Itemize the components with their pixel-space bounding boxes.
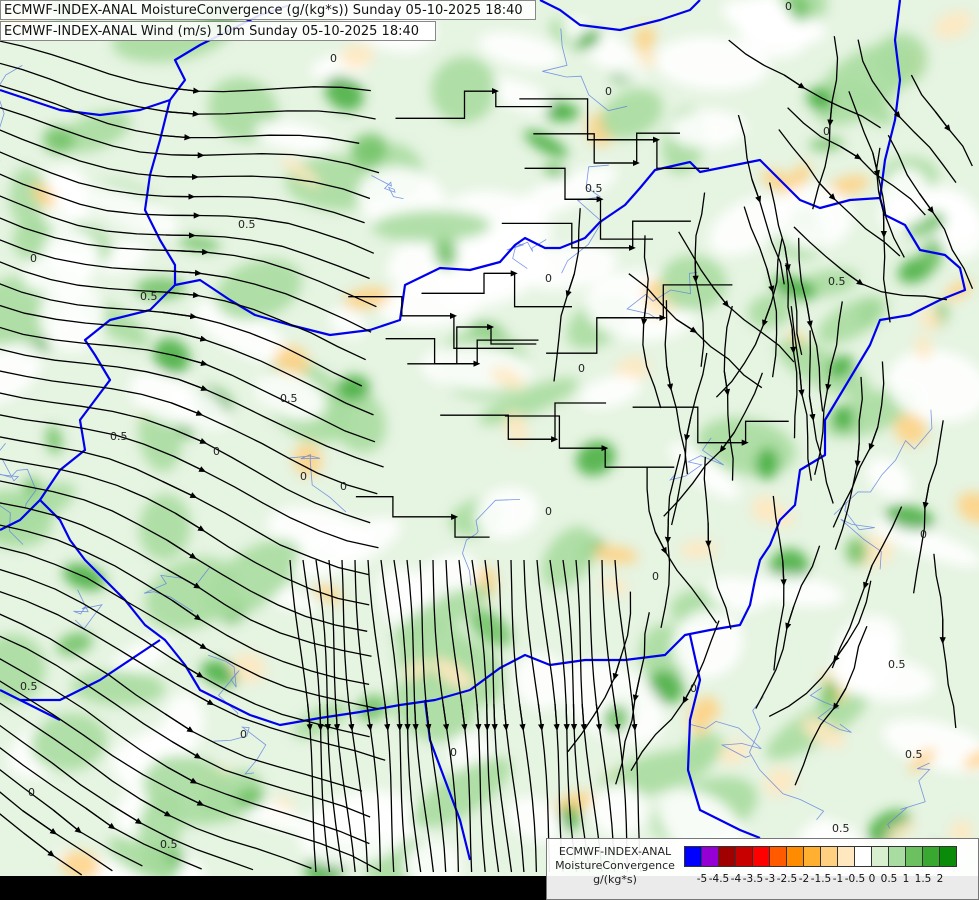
wind-arrow — [563, 703, 570, 732]
contour-label: 0 — [785, 0, 792, 13]
legend-tick: 1 — [902, 873, 910, 885]
legend-tick: 0.5 — [880, 873, 898, 885]
wind-arrow — [317, 703, 324, 732]
legend-tick: -5 — [696, 873, 708, 885]
contour-label: 0.5 — [888, 658, 906, 671]
wind-arrow — [404, 703, 411, 732]
legend-swatch — [905, 846, 923, 867]
contour-label: 0.5 — [280, 392, 298, 405]
legend-swatch — [837, 846, 855, 867]
legend-tick: -2 — [798, 873, 810, 885]
legend-swatch — [701, 846, 719, 867]
legend-swatch — [718, 846, 736, 867]
contour-label: 0 — [652, 570, 659, 583]
contour-label: 0 — [545, 272, 552, 285]
wind-arrow — [491, 703, 498, 732]
legend-tick: 0 — [868, 873, 876, 885]
legend-tick: -4 — [730, 873, 742, 885]
legend-tick: -2.5 — [776, 873, 798, 885]
wind-arrow — [570, 703, 578, 732]
contour-label: 0.5 — [585, 182, 603, 195]
wind-arrow — [692, 257, 699, 283]
contour-label: 0 — [690, 682, 697, 695]
contour-label: 0 — [450, 746, 457, 759]
contour-label: 0 — [823, 125, 830, 138]
legend-swatch — [786, 846, 804, 867]
legend-unit: g/(kg*s) — [593, 873, 637, 886]
legend-label: ECMWF-INDEX-ANAL MoistureConvergence g/(… — [551, 845, 679, 887]
wind-arrow — [483, 703, 491, 732]
contour-label: 0.5 — [832, 822, 850, 835]
contour-label: 0 — [330, 52, 337, 65]
legend-tick: -4.5 — [708, 873, 730, 885]
legend-swatch — [888, 846, 906, 867]
legend-tick: 1.5 — [914, 873, 932, 885]
legend-tick-labels: -5 -4.5 -4 -3.5 -3 -2.5 -2 -1.5 -1 -0.5 0 0.5 1 1.5 2 — [684, 873, 976, 887]
legend-tick: -0.5 — [844, 873, 866, 885]
contour-label: 0 — [578, 362, 585, 375]
legend-model: ECMWF-INDEX-ANAL — [558, 845, 672, 858]
contour-label: 0.5 — [905, 748, 923, 761]
wind-arrow — [324, 703, 331, 732]
legend-swatch — [752, 846, 770, 867]
contour-label: 0 — [28, 786, 35, 799]
legend-swatch — [922, 846, 940, 867]
legend-tick: 2 — [936, 873, 944, 885]
legend-tick: -3 — [764, 873, 776, 885]
contour-label: 0 — [30, 252, 37, 265]
contour-label: 0 — [545, 505, 552, 518]
legend-swatch — [854, 846, 872, 867]
field-patch — [845, 537, 868, 565]
contour-label: 0.5 — [238, 218, 256, 231]
legend-parameter: MoistureConvergence — [555, 859, 675, 872]
contour-label: 0 — [340, 480, 347, 493]
contour-label: 0.5 — [20, 680, 38, 693]
contour-label: 0 — [240, 728, 247, 741]
legend-color-scale — [684, 846, 957, 867]
contour-label: 0 — [605, 85, 612, 98]
legend-swatch — [803, 846, 821, 867]
map-title-moisture: ECMWF-INDEX-ANAL MoistureConvergence (g/… — [0, 0, 536, 20]
contour-label: 0.5 — [828, 275, 846, 288]
contour-label: 0 — [920, 528, 927, 541]
color-legend: ECMWF-INDEX-ANAL MoistureConvergence g/(… — [546, 838, 979, 900]
legend-swatch — [684, 846, 702, 867]
legend-swatch — [939, 846, 957, 867]
wind-arrow — [664, 518, 672, 544]
legend-swatch — [820, 846, 838, 867]
moisture-convergence-map: 00.500.500.500.5000.500000.5000.5000.500… — [0, 0, 979, 900]
contour-label: 0 — [300, 470, 307, 483]
contour-label: 0.5 — [140, 290, 158, 303]
legend-swatch — [735, 846, 753, 867]
contour-label: 0.5 — [110, 430, 128, 443]
map-title-wind: ECMWF-INDEX-ANAL Wind (m/s) 10m Sunday 0… — [0, 21, 436, 41]
legend-swatch — [769, 846, 787, 867]
contour-label: 0.5 — [160, 838, 178, 851]
legend-tick: -1 — [832, 873, 844, 885]
legend-swatch — [871, 846, 889, 867]
legend-tick: -1.5 — [810, 873, 832, 885]
wind-arrow — [165, 232, 196, 239]
contour-label: 0 — [213, 445, 220, 458]
legend-tick: -3.5 — [742, 873, 764, 885]
